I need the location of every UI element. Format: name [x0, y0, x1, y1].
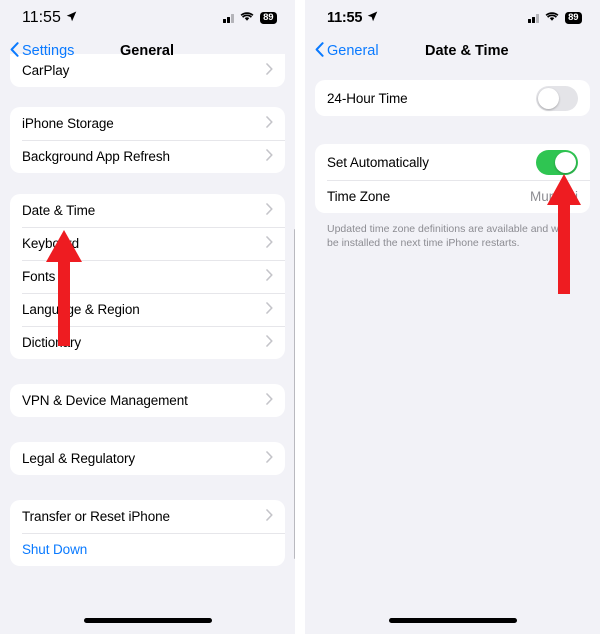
- chevron-right-icon: [266, 148, 273, 166]
- back-button-settings[interactable]: Settings: [10, 41, 75, 61]
- toggle-knob: [538, 87, 559, 109]
- row-label: 24-Hour Time: [327, 90, 408, 106]
- location-arrow-icon: [367, 9, 378, 27]
- row-label: Language & Region: [22, 302, 140, 317]
- row-label: Fonts: [22, 269, 56, 284]
- time-zone-value: Mumbai: [529, 189, 578, 204]
- timezone-footnote: Updated time zone definitions are availa…: [327, 223, 566, 250]
- cellular-bars-icon: [528, 13, 539, 23]
- status-bar: 11:55 89: [305, 0, 600, 36]
- settings-row-legal-and-regulatory[interactable]: Legal & Regulatory: [10, 442, 285, 475]
- chevron-left-icon: [315, 41, 324, 61]
- status-bar-right: 89: [528, 9, 582, 27]
- settings-row-language-and-region[interactable]: Language & Region: [10, 293, 285, 326]
- row-label: Set Automatically: [327, 154, 429, 170]
- settings-row-keyboard[interactable]: Keyboard: [10, 227, 285, 260]
- chevron-right-icon: [266, 392, 273, 410]
- settings-group-legal: Legal & Regulatory: [10, 442, 285, 475]
- chevron-right-icon: [266, 450, 273, 468]
- screen-divider: [295, 0, 305, 634]
- settings-group-24hour: 24-Hour Time: [315, 80, 590, 116]
- row-label: Keyboard: [22, 236, 79, 251]
- location-arrow-icon: [66, 9, 77, 27]
- chevron-right-icon: [266, 508, 273, 526]
- chevron-left-icon: [10, 41, 19, 61]
- chevron-right-icon: [266, 115, 273, 133]
- chevron-right-icon: [266, 268, 273, 286]
- settings-group-transfer-shutdown: Transfer or Reset iPhone Shut Down: [10, 500, 285, 566]
- settings-row-shut-down[interactable]: Shut Down: [10, 533, 285, 566]
- toggle-set-automatically[interactable]: [536, 149, 578, 175]
- row-label: Background App Refresh: [22, 149, 170, 164]
- status-bar-left: 11:55: [22, 9, 77, 27]
- settings-group-datetime-keyboard: Date & Time Keyboard Fonts Language & Re…: [10, 194, 285, 359]
- toggle-24-hour-time[interactable]: [536, 85, 578, 111]
- home-indicator: [388, 618, 517, 623]
- settings-row-transfer-or-reset-iphone[interactable]: Transfer or Reset iPhone: [10, 500, 285, 533]
- settings-group-storage: iPhone Storage Background App Refresh: [10, 107, 285, 173]
- row-label: Date & Time: [22, 203, 96, 218]
- cellular-bars-icon: [223, 13, 234, 23]
- row-label: CarPlay: [22, 63, 70, 78]
- status-bar-right: 89: [223, 9, 277, 27]
- dual-screenshot-container: 11:55 89 Settings General CarPlay iPhone…: [0, 0, 600, 634]
- chevron-right-icon: [266, 301, 273, 319]
- datetime-settings-area: 24-Hour Time Set Automatically Time Zone…: [305, 80, 600, 634]
- row-label: iPhone Storage: [22, 116, 114, 131]
- back-button-label: Settings: [22, 43, 75, 59]
- vertical-scrollbar[interactable]: [293, 229, 295, 559]
- settings-row-fonts[interactable]: Fonts: [10, 260, 285, 293]
- settings-row-dictionary[interactable]: Dictionary: [10, 326, 285, 359]
- wifi-icon: [545, 9, 559, 27]
- status-bar-time: 11:55: [22, 9, 61, 26]
- battery-indicator: 89: [564, 11, 582, 25]
- wifi-icon: [240, 9, 254, 27]
- settings-row-24-hour-time[interactable]: 24-Hour Time: [315, 80, 590, 116]
- row-label: VPN & Device Management: [22, 393, 188, 408]
- toggle-knob: [555, 151, 576, 173]
- navigation-bar: General Date & Time: [305, 36, 600, 66]
- chevron-right-icon: [266, 235, 273, 253]
- row-label: Legal & Regulatory: [22, 451, 136, 466]
- status-bar: 11:55 89: [0, 0, 295, 36]
- right-phone-screen: 11:55 89 General Date & Time 24-Hour Tim…: [305, 0, 600, 634]
- row-label: Time Zone: [327, 189, 391, 204]
- settings-group-vpn: VPN & Device Management: [10, 384, 285, 417]
- left-phone-screen: 11:55 89 Settings General CarPlay iPhone…: [0, 0, 295, 634]
- chevron-right-icon: [266, 62, 273, 80]
- settings-row-iphone-storage[interactable]: iPhone Storage: [10, 107, 285, 140]
- settings-row-time-zone[interactable]: Time Zone Mumbai: [315, 180, 590, 213]
- row-label: Dictionary: [22, 335, 82, 350]
- settings-row-date-and-time[interactable]: Date & Time: [10, 194, 285, 227]
- battery-indicator: 89: [259, 11, 277, 25]
- home-indicator: [83, 618, 212, 623]
- settings-row-background-app-refresh[interactable]: Background App Refresh: [10, 140, 285, 173]
- settings-row-vpn-device-management[interactable]: VPN & Device Management: [10, 384, 285, 417]
- status-bar-left: 11:55: [327, 9, 378, 27]
- back-button-label: General: [327, 43, 379, 59]
- chevron-right-icon: [266, 334, 273, 352]
- back-button-general[interactable]: General: [315, 41, 379, 61]
- settings-scroll-area[interactable]: CarPlay iPhone Storage Background App Re…: [0, 54, 295, 622]
- settings-row-set-automatically[interactable]: Set Automatically: [315, 144, 590, 180]
- row-label: Transfer or Reset iPhone: [22, 509, 170, 524]
- row-label: Shut Down: [22, 542, 88, 557]
- status-bar-time: 11:55: [327, 10, 363, 26]
- settings-group-automatic-timezone: Set Automatically Time Zone Mumbai: [315, 144, 590, 213]
- chevron-right-icon: [266, 202, 273, 220]
